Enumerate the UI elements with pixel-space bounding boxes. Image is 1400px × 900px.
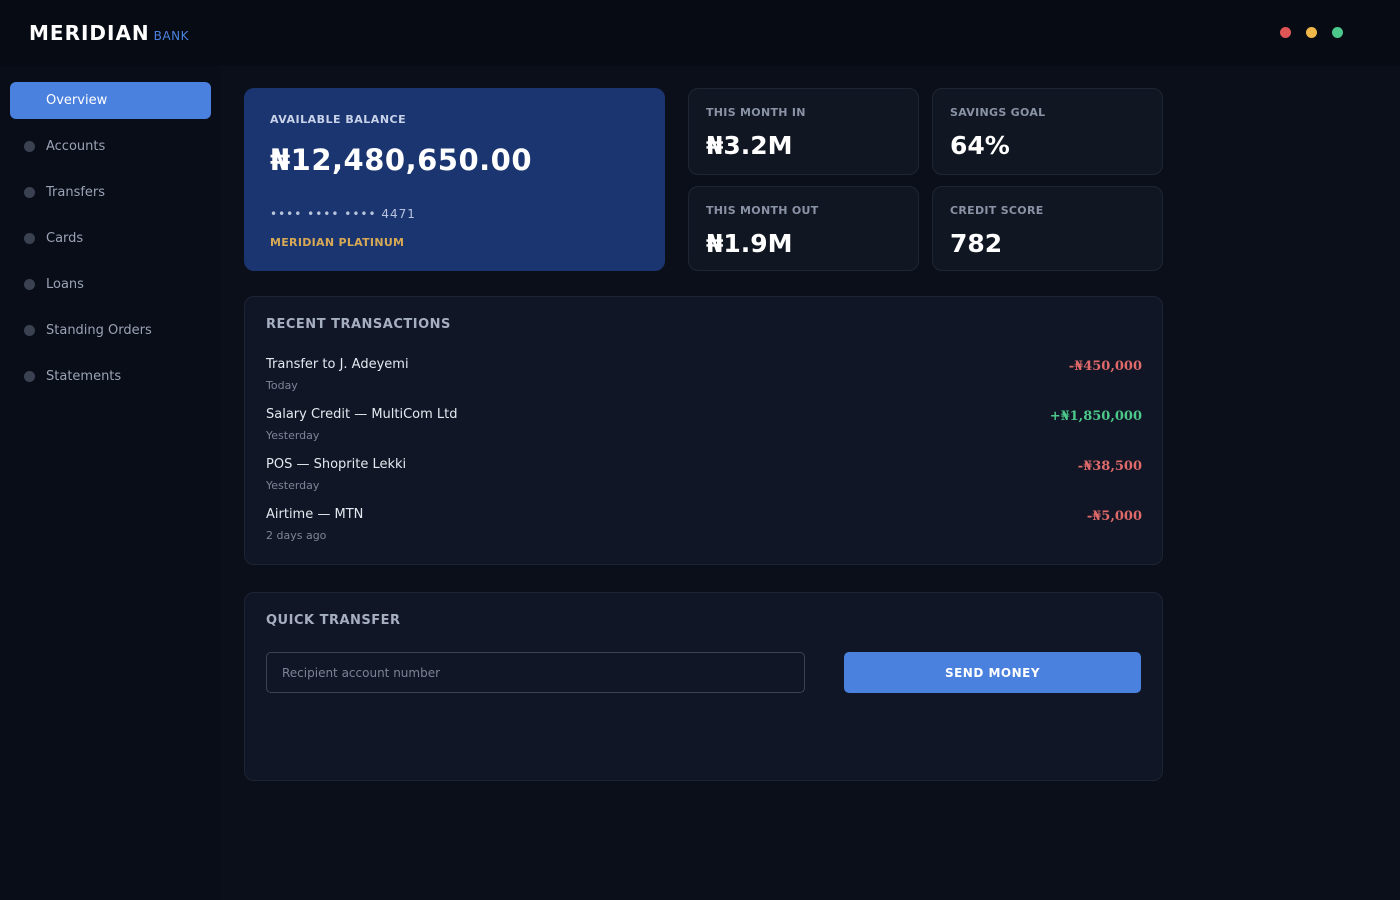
sidebar-item-statements[interactable]: Statements	[10, 358, 211, 395]
sidebar-item-accounts[interactable]: Accounts	[10, 128, 211, 165]
bullet-icon	[24, 233, 35, 244]
sidebar-item-label: Statements	[46, 369, 122, 384]
stat-value: 64%	[950, 131, 1010, 160]
sidebar-item-transfers[interactable]: Transfers	[10, 174, 211, 211]
transaction-date: Yesterday	[266, 429, 320, 442]
stat-card-month-out: THIS MONTH OUT ₦1.9M	[688, 186, 919, 271]
sidebar-item-cards[interactable]: Cards	[10, 220, 211, 257]
sidebar-item-label: Standing Orders	[46, 323, 152, 338]
sidebar-item-label: Loans	[46, 277, 84, 292]
transaction-row[interactable]: POS — Shoprite Lekki Yesterday -₦38,500	[266, 457, 1142, 497]
window-controls	[1280, 27, 1343, 38]
transaction-row[interactable]: Salary Credit — MultiCom Ltd Yesterday +…	[266, 407, 1142, 447]
transaction-amount: -₦38,500	[1077, 459, 1142, 474]
transaction-row[interactable]: Transfer to J. Adeyemi Today -₦450,000	[266, 357, 1142, 397]
sidebar-item-label: Overview	[46, 93, 108, 108]
sidebar: Overview Accounts Transfers Cards Loans …	[0, 66, 221, 900]
balance-label: AVAILABLE BALANCE	[270, 113, 407, 126]
bullet-icon	[24, 325, 35, 336]
panel-title: RECENT TRANSACTIONS	[266, 317, 451, 332]
balance-amount: ₦12,480,650.00	[270, 143, 533, 177]
balance-card: AVAILABLE BALANCE ₦12,480,650.00 •••• ••…	[244, 88, 665, 271]
panel-title: QUICK TRANSFER	[266, 613, 401, 628]
top-bar: MERIDIAN BANK	[0, 0, 1400, 66]
stat-label: CREDIT SCORE	[950, 204, 1044, 217]
sidebar-item-label: Cards	[46, 231, 84, 246]
card-number: •••• •••• •••• 4471	[270, 207, 416, 221]
send-money-button[interactable]: SEND MONEY	[844, 652, 1141, 693]
recent-transactions-panel: RECENT TRANSACTIONS Transfer to J. Adeye…	[244, 296, 1163, 565]
sidebar-item-label: Transfers	[46, 185, 106, 200]
transaction-date: Yesterday	[266, 479, 320, 492]
transaction-amount: +₦1,850,000	[1049, 409, 1142, 424]
transaction-title: POS — Shoprite Lekki	[266, 457, 407, 472]
transaction-date: 2 days ago	[266, 529, 327, 542]
sidebar-item-overview[interactable]: Overview	[10, 82, 211, 119]
transaction-amount: -₦450,000	[1068, 359, 1142, 374]
stat-value: 782	[950, 229, 1003, 258]
transaction-date: Today	[266, 379, 298, 392]
sidebar-item-standing-orders[interactable]: Standing Orders	[10, 312, 211, 349]
transaction-title: Airtime — MTN	[266, 507, 364, 522]
transaction-amount: -₦5,000	[1086, 509, 1142, 524]
sidebar-item-loans[interactable]: Loans	[10, 266, 211, 303]
stat-label: THIS MONTH IN	[706, 106, 806, 119]
stat-card-credit-score: CREDIT SCORE 782	[932, 186, 1163, 271]
stat-card-savings-goal: SAVINGS GOAL 64%	[932, 88, 1163, 175]
stat-value: ₦3.2M	[706, 131, 793, 160]
stat-card-month-in: THIS MONTH IN ₦3.2M	[688, 88, 919, 175]
quick-transfer-panel: QUICK TRANSFER SEND MONEY	[244, 592, 1163, 781]
bullet-icon	[24, 141, 35, 152]
transaction-title: Transfer to J. Adeyemi	[266, 357, 409, 372]
stat-label: SAVINGS GOAL	[950, 106, 1046, 119]
bullet-icon	[24, 279, 35, 290]
transaction-row[interactable]: Airtime — MTN 2 days ago -₦5,000	[266, 507, 1142, 547]
transaction-title: Salary Credit — MultiCom Ltd	[266, 407, 458, 422]
brand-name: MERIDIAN	[29, 21, 150, 45]
bullet-icon	[24, 371, 35, 382]
close-dot[interactable]	[1280, 27, 1291, 38]
brand-logo: MERIDIAN BANK	[29, 21, 189, 45]
maximize-dot[interactable]	[1332, 27, 1343, 38]
minimize-dot[interactable]	[1306, 27, 1317, 38]
bullet-icon	[24, 187, 35, 198]
stat-label: THIS MONTH OUT	[706, 204, 819, 217]
brand-sub: BANK	[153, 29, 189, 43]
card-tier: MERIDIAN PLATINUM	[270, 236, 405, 249]
recipient-account-input[interactable]	[266, 652, 805, 693]
sidebar-item-label: Accounts	[46, 139, 106, 154]
stat-value: ₦1.9M	[706, 229, 793, 258]
